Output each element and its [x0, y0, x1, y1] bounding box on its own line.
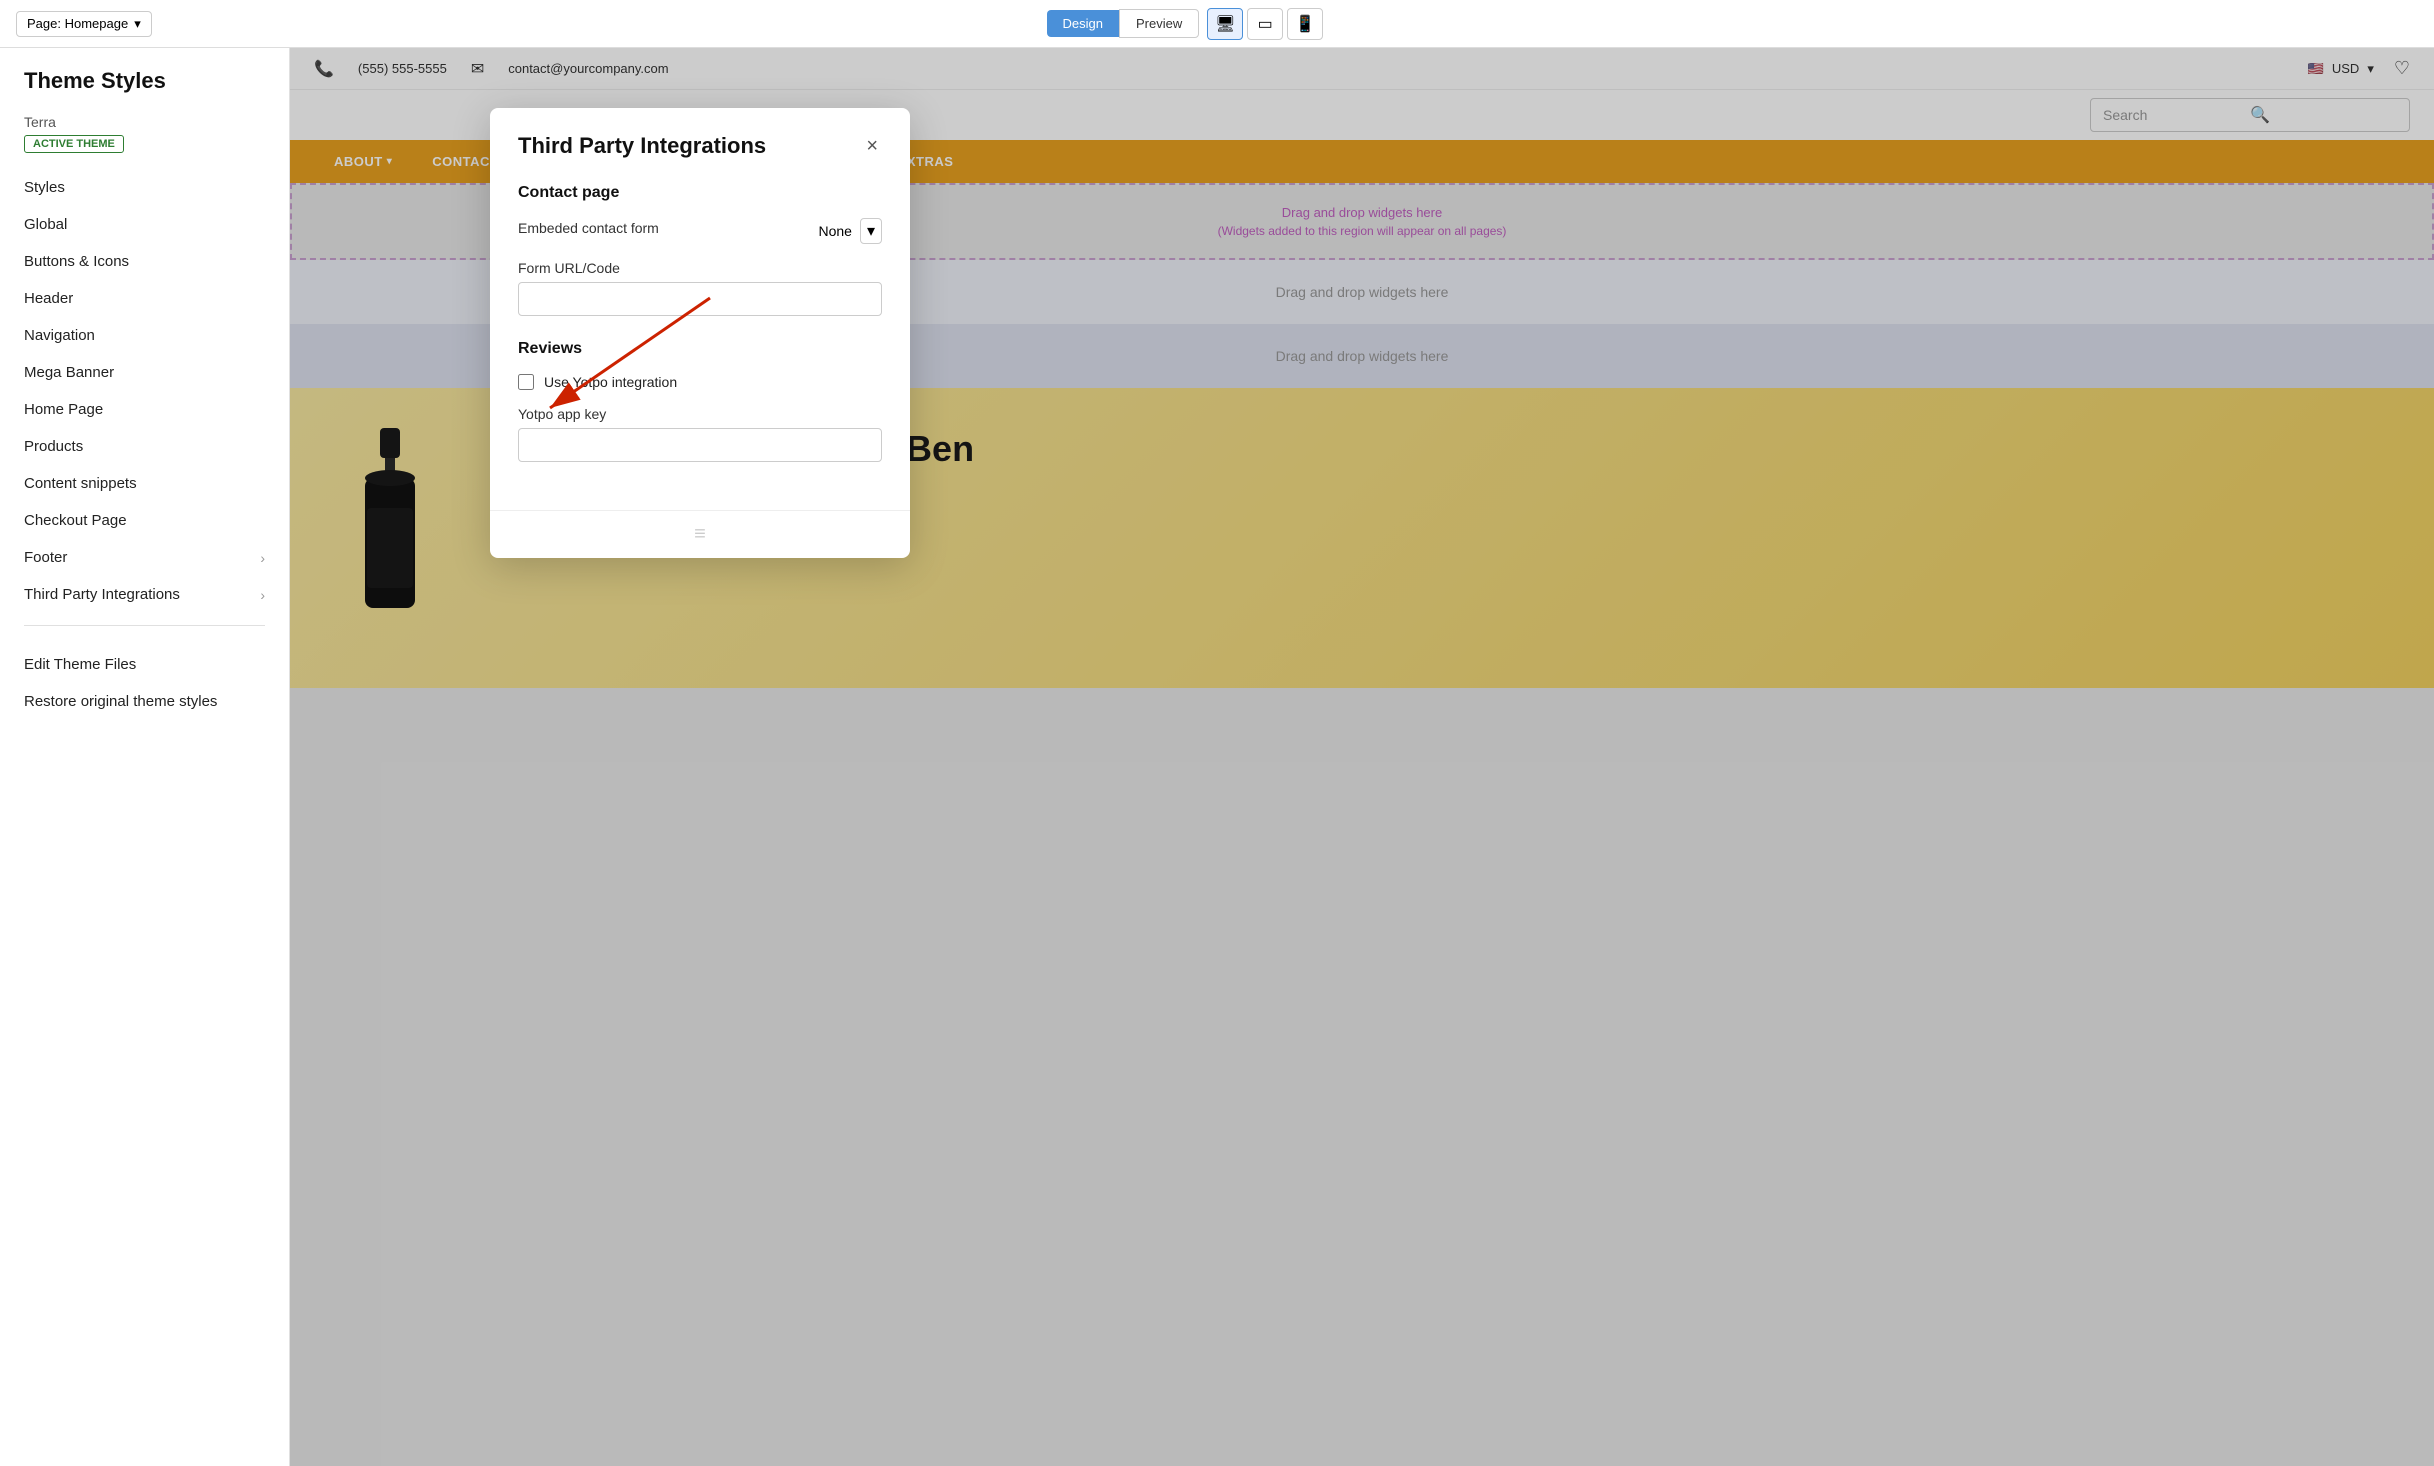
sidebar-bottom-nav: Edit Theme Files Restore original theme … — [0, 638, 289, 728]
modal-overlay: Third Party Integrations × Contact page … — [290, 48, 2434, 1466]
yotpo-key-label: Yotpo app key — [518, 406, 882, 422]
sidebar-item-footer[interactable]: Footer › — [0, 539, 289, 576]
layout: Theme Styles Terra ACTIVE THEME Styles G… — [0, 48, 2434, 1466]
embedded-form-dropdown[interactable]: None ▾ — [819, 218, 883, 244]
sidebar-item-label: Edit Theme Files — [24, 656, 136, 673]
form-value: None — [819, 223, 852, 239]
embedded-form-label: Embeded contact form — [518, 220, 659, 236]
sidebar: Theme Styles Terra ACTIVE THEME Styles G… — [0, 48, 290, 1466]
chevron-down-icon: ▾ — [860, 218, 882, 244]
sidebar-item-edit-theme[interactable]: Edit Theme Files — [0, 646, 289, 683]
sidebar-item-restore[interactable]: Restore original theme styles — [0, 683, 289, 720]
modal-close-button[interactable]: × — [862, 132, 882, 160]
desktop-view-button[interactable]: 🖥 — [1207, 8, 1243, 40]
embedded-form-inline: Embeded contact form None ▾ — [518, 218, 882, 244]
reviews-section-label: Reviews — [518, 340, 882, 358]
yotpo-checkbox-row: Use Yotpo integration — [518, 374, 882, 390]
sidebar-item-label: Products — [24, 438, 83, 455]
desktop-icon: 🖥 — [1215, 14, 1235, 34]
sidebar-item-global[interactable]: Global — [0, 206, 289, 243]
top-bar-center: Design Preview 🖥 ▭ 📱 — [1047, 8, 1324, 40]
yotpo-checkbox-label: Use Yotpo integration — [544, 374, 677, 390]
modal: Third Party Integrations × Contact page … — [490, 108, 910, 558]
design-button[interactable]: Design — [1047, 10, 1119, 37]
sidebar-item-third-party[interactable]: Third Party Integrations › — [0, 576, 289, 613]
page-selector[interactable]: Page: Homepage ▾ — [16, 11, 152, 37]
sidebar-divider — [24, 625, 265, 626]
sidebar-item-label: Navigation — [24, 327, 95, 344]
top-bar-left: Page: Homepage ▾ — [16, 11, 152, 37]
modal-footer: ≡ — [490, 510, 910, 558]
page-selector-label: Page: Homepage — [27, 16, 128, 31]
modal-title: Third Party Integrations — [518, 133, 766, 159]
form-url-row: Form URL/Code — [518, 260, 882, 316]
sidebar-item-content-snippets[interactable]: Content snippets — [0, 465, 289, 502]
sidebar-title: Theme Styles — [0, 68, 289, 114]
theme-name: Terra — [0, 114, 289, 134]
sidebar-item-header[interactable]: Header — [0, 280, 289, 317]
form-url-input[interactable] — [518, 282, 882, 316]
view-icons: 🖥 ▭ 📱 — [1207, 8, 1323, 40]
chevron-right-icon: › — [260, 550, 265, 566]
mobile-icon: 📱 — [1295, 14, 1315, 34]
sidebar-item-products[interactable]: Products — [0, 428, 289, 465]
reviews-section: Reviews Use Yotpo integration Yotpo app … — [518, 340, 882, 462]
top-bar: Page: Homepage ▾ Design Preview 🖥 ▭ 📱 — [0, 0, 2434, 48]
sidebar-item-buttons-icons[interactable]: Buttons & Icons — [0, 243, 289, 280]
tablet-view-button[interactable]: ▭ — [1247, 8, 1283, 40]
chevron-right-icon: › — [260, 587, 265, 603]
sidebar-item-label: Global — [24, 216, 67, 233]
chevron-down-icon: ▾ — [134, 16, 141, 32]
sidebar-item-label: Home Page — [24, 401, 103, 418]
yotpo-key-input[interactable] — [518, 428, 882, 462]
sidebar-item-label: Mega Banner — [24, 364, 114, 381]
main-preview: 📞 (555) 555-5555 ✉ contact@yourcompany.c… — [290, 48, 2434, 1466]
sidebar-item-label: Styles — [24, 179, 65, 196]
sidebar-item-label: Third Party Integrations — [24, 586, 180, 603]
mobile-view-button[interactable]: 📱 — [1287, 8, 1323, 40]
sidebar-nav: Styles Global Buttons & Icons Header Nav… — [0, 169, 289, 613]
form-url-label: Form URL/Code — [518, 260, 882, 276]
modal-body: Contact page Embeded contact form None ▾… — [490, 160, 910, 510]
sidebar-item-label: Buttons & Icons — [24, 253, 129, 270]
drag-handle-icon: ≡ — [694, 523, 706, 546]
sidebar-item-styles[interactable]: Styles — [0, 169, 289, 206]
sidebar-item-label: Header — [24, 290, 73, 307]
yotpo-checkbox[interactable] — [518, 374, 534, 390]
modal-header: Third Party Integrations × — [490, 108, 910, 160]
sidebar-item-label: Checkout Page — [24, 512, 127, 529]
sidebar-item-label: Content snippets — [24, 475, 137, 492]
embedded-form-row: Embeded contact form None ▾ — [518, 218, 882, 244]
sidebar-item-mega-banner[interactable]: Mega Banner — [0, 354, 289, 391]
contact-section-label: Contact page — [518, 184, 882, 202]
active-theme-badge: ACTIVE THEME — [24, 135, 124, 153]
sidebar-item-label: Footer — [24, 549, 67, 566]
sidebar-item-home-page[interactable]: Home Page — [0, 391, 289, 428]
sidebar-item-checkout-page[interactable]: Checkout Page — [0, 502, 289, 539]
sidebar-item-navigation[interactable]: Navigation — [0, 317, 289, 354]
preview-button[interactable]: Preview — [1119, 9, 1199, 38]
tablet-icon: ▭ — [1258, 14, 1273, 34]
yotpo-key-row: Yotpo app key — [518, 406, 882, 462]
sidebar-item-label: Restore original theme styles — [24, 693, 217, 710]
